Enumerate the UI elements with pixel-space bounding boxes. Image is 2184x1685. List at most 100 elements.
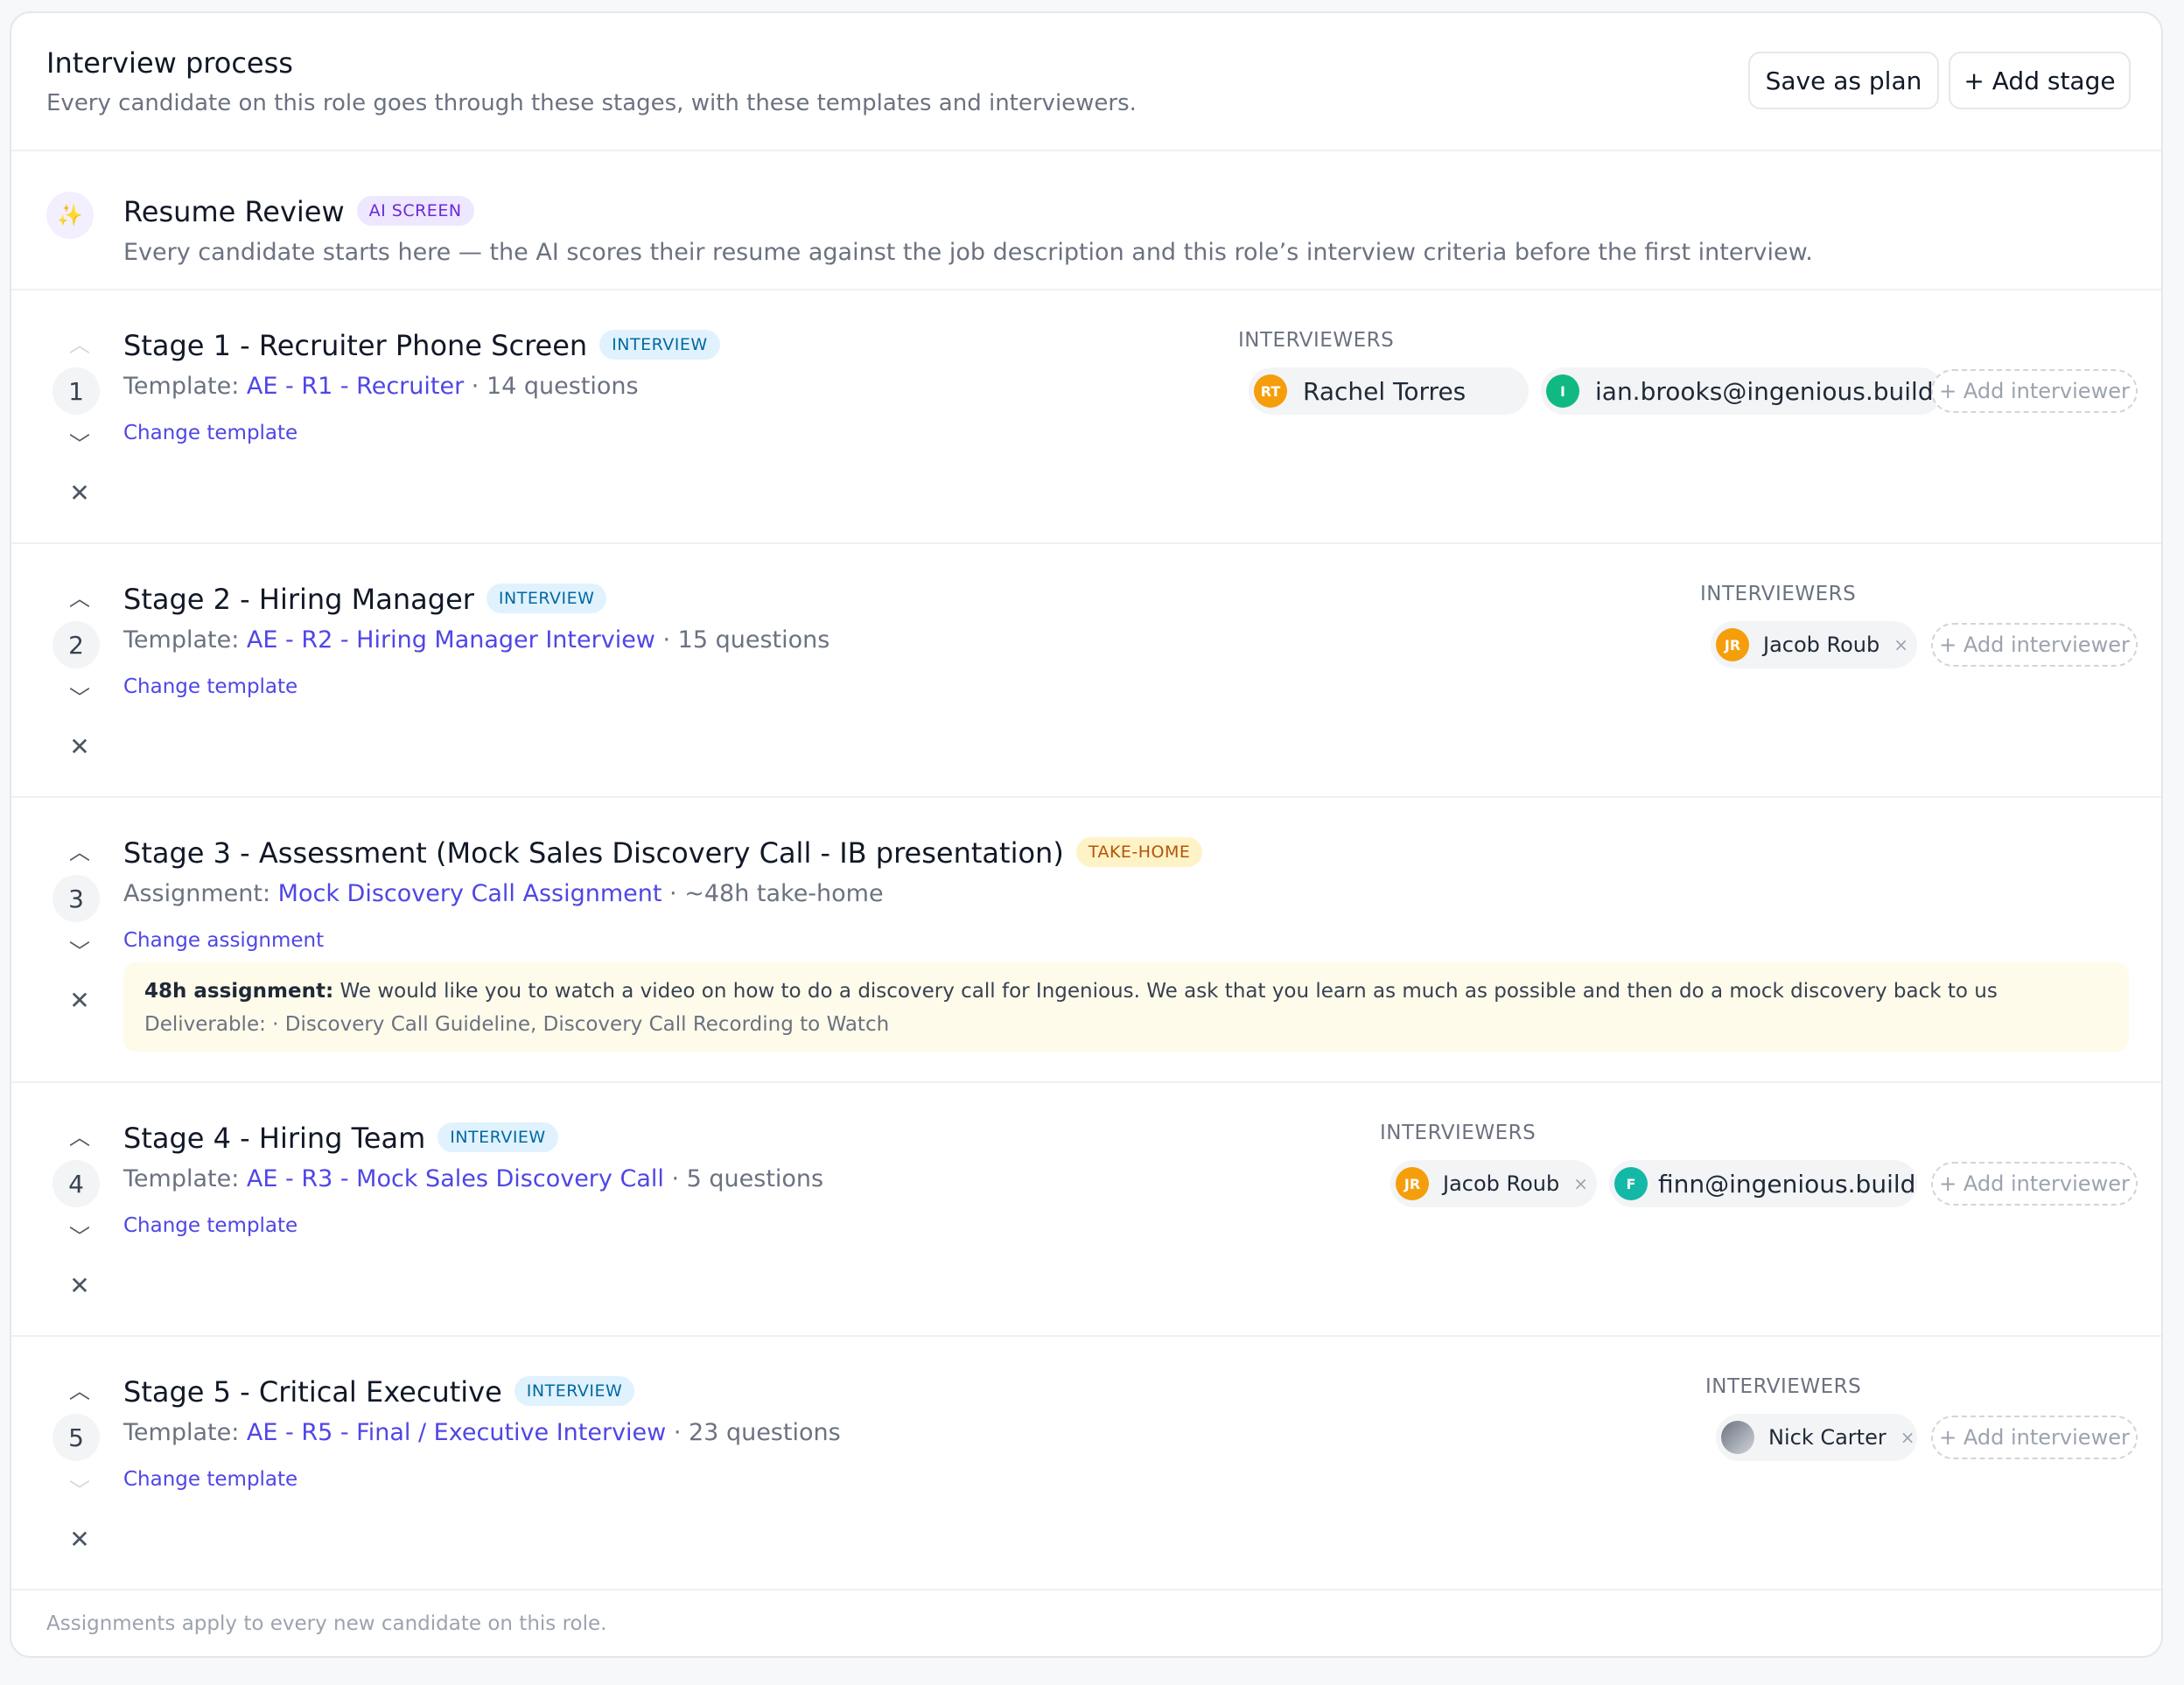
template-link[interactable]: AE - R1 - Recruiter [247,373,464,400]
template-link[interactable]: AE - R5 - Final / Executive Interview [247,1419,666,1446]
save-as-plan-button[interactable]: Save as plan [1748,52,1939,109]
move-down-icon[interactable]: ﹀ [62,429,97,457]
remove-interviewer-icon[interactable]: × [1573,1173,1588,1194]
stage-template-line: Template: AE - R3 - Mock Sales Discovery… [123,1165,823,1192]
interviewer-chip: JR Jacob Roub × [1711,621,1917,668]
interviewer-chip: F finn@ingenious.build × [1609,1160,1917,1207]
stage-number: 4 [52,1160,100,1207]
stage-4: ︿ 4 ﹀ ✕ Stage 4 - Hiring Team INTERVIEW T… [11,1083,2161,1337]
avatar: I [1546,374,1579,408]
move-up-icon[interactable]: ︿ [62,1375,97,1403]
separator: · [666,1419,689,1446]
take-home-badge: TAKE-HOME [1075,837,1203,867]
move-up-icon[interactable]: ︿ [62,583,97,611]
resume-review-section: ✨ Resume Review AI SCREEN Every candidate… [11,151,2161,290]
separator: · [662,880,685,907]
avatar: RT [1254,374,1287,408]
stage-template-line: Template: AE - R1 - Recruiter · 14 quest… [123,373,639,400]
move-up-icon[interactable]: ︿ [62,1122,97,1150]
interviewers-label: INTERVIEWERS [1705,1375,1862,1398]
stage-5: ︿ 5 ﹀ ✕ Stage 5 - Critical Executive INTE… [11,1337,2161,1591]
interviewer-name: ian.brooks@ingenious.build [1595,376,1934,406]
interviewers-label: INTERVIEWERS [1700,583,1857,605]
assignment-prefix: Assignment: [123,880,278,907]
template-prefix: Template: [123,1165,247,1192]
resume-review-title: Resume Review [123,195,345,228]
avatar: JR [1396,1167,1429,1200]
change-template-link[interactable]: Change template [123,1214,298,1237]
stage-title: Stage 2 - Hiring Manager [123,583,474,616]
interviewer-name: Jacob Roub [1443,1171,1560,1196]
move-up-icon[interactable]: ︿ [62,329,97,357]
assignment-link[interactable]: Mock Discovery Call Assignment [278,880,662,907]
add-interviewer-button[interactable]: + Add interviewer [1931,623,2138,667]
stage-number: 5 [52,1414,100,1461]
stage-title: Stage 3 - Assessment (Mock Sales Discove… [123,836,1064,870]
separator: · [654,626,678,654]
avatar: F [1614,1167,1648,1200]
assignment-text-line: 48h assignment: We would like you to wat… [144,980,2108,1003]
question-count: 15 questions [677,626,830,654]
page-subtitle: Every candidate on this role goes throug… [46,90,1137,116]
add-interviewer-button[interactable]: + Add interviewer [1931,1416,2138,1459]
stage-title: Stage 1 - Recruiter Phone Screen [123,329,588,362]
remove-stage-icon[interactable]: ✕ [62,732,97,761]
remove-stage-icon[interactable]: ✕ [62,479,97,507]
stage-number: 1 [52,367,100,415]
question-count: 23 questions [689,1419,841,1446]
assignment-details-box: 48h assignment: We would like you to wat… [123,962,2129,1052]
move-down-icon[interactable]: ﹀ [62,936,97,964]
stage-template-line: Template: AE - R5 - Final / Executive In… [123,1419,841,1446]
question-count: 14 questions [486,373,639,400]
template-prefix: Template: [123,1419,247,1446]
template-prefix: Template: [123,373,247,400]
interviewer-chip: I ian.brooks@ingenious.build [1541,367,1943,415]
avatar-photo [1721,1421,1754,1454]
deliverable-text: Deliverable: · Discovery Call Guideline,… [144,1013,890,1036]
change-template-link[interactable]: Change template [123,422,298,444]
avatar: JR [1716,628,1749,661]
change-template-link[interactable]: Change template [123,675,298,698]
interview-badge: INTERVIEW [514,1376,635,1406]
remove-stage-icon[interactable]: ✕ [62,1525,97,1554]
interview-badge: INTERVIEW [486,584,607,613]
template-link[interactable]: AE - R2 - Hiring Manager Interview [247,626,655,654]
interviewer-name: Rachel Torres [1303,376,1466,406]
interviewer-chip: Nick Carter × [1716,1414,1917,1461]
move-up-icon[interactable]: ︿ [62,836,97,864]
move-down-icon[interactable]: ﹀ [62,1221,97,1249]
interviewer-chip: JR Jacob Roub × [1390,1160,1597,1207]
remove-stage-icon[interactable]: ✕ [62,1271,97,1300]
resume-review-title-row: Resume Review AI SCREEN [123,195,474,228]
stage-title-row: Stage 3 - Assessment (Mock Sales Discove… [123,836,1203,870]
stage-title-row: Stage 5 - Critical Executive INTERVIEW [123,1375,635,1409]
assignment-duration: ~48h take-home [684,880,884,907]
interviewer-name: Jacob Roub [1763,633,1880,657]
remove-stage-icon[interactable]: ✕ [62,986,97,1015]
change-assignment-link[interactable]: Change assignment [123,929,324,952]
interview-badge: INTERVIEW [438,1122,558,1152]
add-interviewer-button[interactable]: + Add interviewer [1931,1162,2138,1206]
stage-3: ︿ 3 ﹀ ✕ Stage 3 - Assessment (Mock Sales… [11,798,2161,1083]
stage-2: ︿ 2 ﹀ ✕ Stage 2 - Hiring Manager INTERVIE… [11,544,2161,798]
resume-review-description: Every candidate starts here — the AI sco… [123,239,1813,266]
move-down-icon[interactable]: ﹀ [62,1475,97,1503]
interviewer-chip: RT Rachel Torres [1249,367,1529,415]
add-interviewer-button[interactable]: + Add interviewer [1931,369,2138,413]
stage-assignment-line: Assignment: Mock Discovery Call Assignme… [123,880,884,907]
move-down-icon[interactable]: ﹀ [62,682,97,710]
stage-title-row: Stage 2 - Hiring Manager INTERVIEW [123,583,607,616]
ai-screen-badge: AI SCREEN [356,196,474,226]
stage-template-line: Template: AE - R2 - Hiring Manager Inter… [123,626,830,654]
interview-process-card: Interview process Every candidate on thi… [10,11,2163,1658]
separator: · [663,1165,687,1192]
remove-interviewer-icon[interactable]: × [1900,1427,1915,1448]
template-link[interactable]: AE - R3 - Mock Sales Discovery Call [247,1165,664,1192]
interviewers-label: INTERVIEWERS [1380,1122,1536,1144]
template-prefix: Template: [123,626,247,654]
add-stage-button[interactable]: + Add stage [1949,52,2131,109]
footer-note: Assignments apply to every new candidate… [46,1612,607,1635]
change-template-link[interactable]: Change template [123,1468,298,1491]
stage-title-row: Stage 1 - Recruiter Phone Screen INTERVIE… [123,329,720,362]
remove-interviewer-icon[interactable]: × [1894,634,1908,655]
